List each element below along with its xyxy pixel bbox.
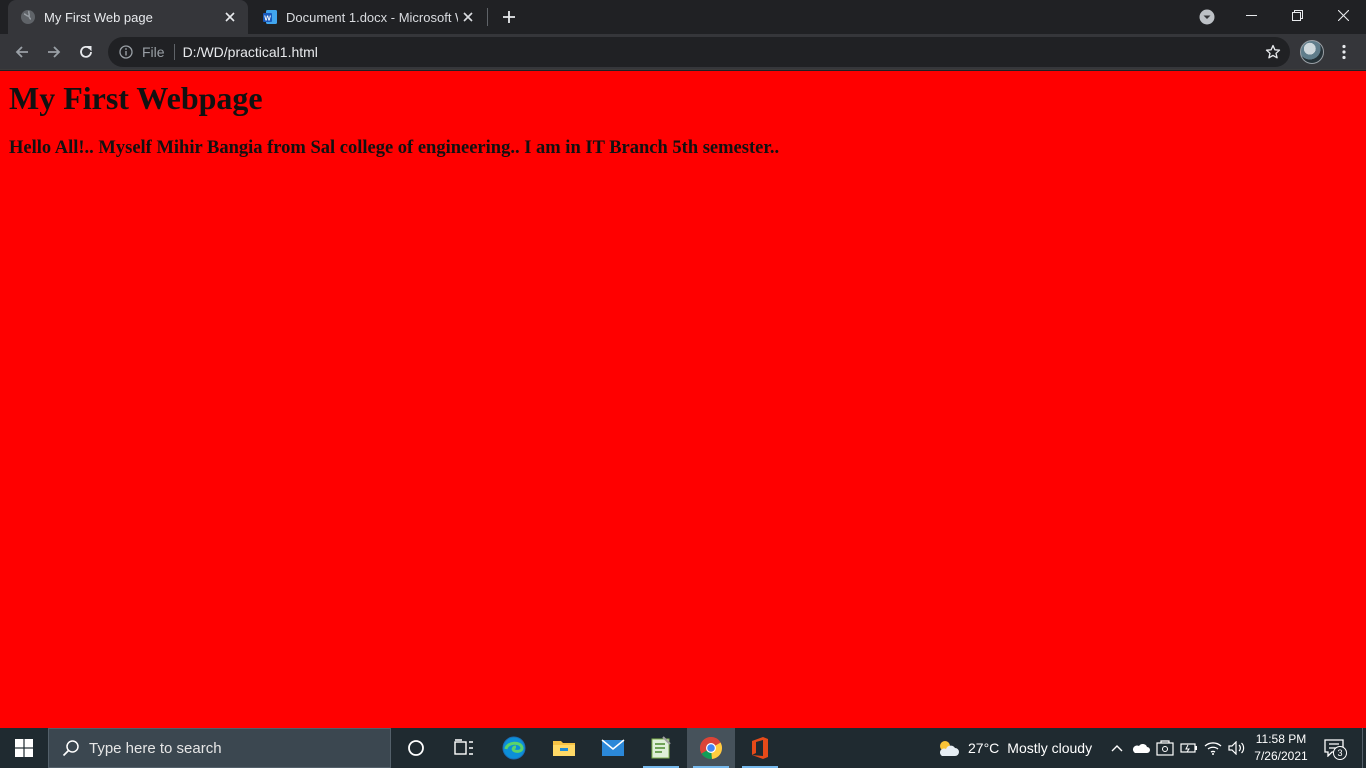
show-hidden-icons-button[interactable] xyxy=(1107,738,1127,758)
taskbar-edge[interactable] xyxy=(490,728,538,768)
forward-button[interactable] xyxy=(40,38,68,66)
more-vert-icon xyxy=(1342,44,1346,60)
weather-condition: Mostly cloudy xyxy=(1007,740,1093,756)
task-view-icon xyxy=(454,739,473,755)
cortana-icon xyxy=(408,740,424,756)
chevron-up-icon xyxy=(1111,745,1123,752)
notepad-icon xyxy=(651,736,671,759)
reload-icon xyxy=(80,45,92,58)
plus-icon xyxy=(503,11,515,23)
omnibox-divider xyxy=(173,44,175,60)
bookmark-star-icon[interactable] xyxy=(1264,43,1282,61)
minimize-button[interactable] xyxy=(1228,0,1274,30)
battery-icon xyxy=(1180,743,1197,753)
tab-divider xyxy=(487,8,488,26)
action-center-button[interactable]: 3 xyxy=(1320,736,1348,760)
tab-title: My First Web page xyxy=(44,9,153,25)
clock-date: 7/26/2021 xyxy=(1254,749,1308,763)
tray-app-icon xyxy=(1156,740,1174,756)
svg-text:W: W xyxy=(264,15,271,22)
taskbar-mail[interactable] xyxy=(589,728,637,768)
new-tab-button[interactable] xyxy=(497,5,521,29)
close-tab-icon[interactable] xyxy=(220,7,240,27)
speaker-icon xyxy=(1228,741,1245,755)
windows-logo-icon xyxy=(15,739,33,757)
browser-menu-button[interactable] xyxy=(1334,40,1354,64)
tab-document-word[interactable]: W Document 1.docx - Microsoft Word xyxy=(250,0,486,34)
page-heading: My First Webpage xyxy=(9,80,263,116)
url-text[interactable]: D:/WD/practical1.html xyxy=(183,44,318,60)
clock-time: 11:58 PM xyxy=(1255,732,1307,746)
browser-toolbar: File D:/WD/practical1.html xyxy=(0,34,1366,70)
restore-button[interactable] xyxy=(1274,0,1320,30)
battery-button[interactable] xyxy=(1179,738,1199,758)
taskbar-file-explorer[interactable] xyxy=(540,728,588,768)
back-button[interactable] xyxy=(8,38,36,66)
cortana-button[interactable] xyxy=(392,728,440,768)
tab-strip: My First Web page W Document 1.docx - Mi… xyxy=(0,0,1366,34)
word-icon: W xyxy=(262,9,278,25)
folder-icon xyxy=(553,741,575,756)
notification-count-badge: 3 xyxy=(1333,746,1347,760)
globe-icon xyxy=(20,9,36,25)
volume-button[interactable] xyxy=(1227,738,1247,758)
wifi-button[interactable] xyxy=(1203,738,1223,758)
taskbar-clock[interactable]: 11:58 PM 7/26/2021 xyxy=(1252,731,1310,765)
taskbar-notepad[interactable] xyxy=(637,728,685,768)
task-view-button[interactable] xyxy=(440,728,488,768)
taskbar-office[interactable] xyxy=(736,728,784,768)
tab-title: Document 1.docx - Microsoft Word xyxy=(286,9,458,25)
page-viewport: My First Webpage Hello All!.. Myself Mih… xyxy=(0,71,1366,728)
tab-my-first-web-page[interactable]: My First Web page xyxy=(8,0,248,34)
url-scheme-label: File xyxy=(142,44,165,60)
edge-icon xyxy=(502,736,526,760)
weather-temperature: 27°C xyxy=(968,740,1000,756)
chrome-icon xyxy=(700,737,723,760)
minimize-icon xyxy=(1245,14,1257,16)
tray-app-button[interactable] xyxy=(1155,738,1175,758)
search-placeholder: Type here to search xyxy=(89,739,222,757)
profile-avatar[interactable] xyxy=(1300,40,1324,64)
restore-icon xyxy=(1291,9,1303,21)
search-icon xyxy=(61,738,81,758)
close-tab-icon[interactable] xyxy=(458,7,478,27)
office-icon xyxy=(752,737,768,759)
mail-icon xyxy=(601,739,625,756)
chevron-down-circle-icon xyxy=(1199,9,1215,25)
taskbar-search-box[interactable]: Type here to search xyxy=(48,728,391,768)
weather-widget[interactable]: 27°C Mostly cloudy xyxy=(936,728,1092,768)
arrow-left-icon xyxy=(15,46,28,58)
close-window-button[interactable] xyxy=(1320,0,1366,30)
taskbar-chrome[interactable] xyxy=(687,728,735,768)
partly-cloudy-icon xyxy=(939,741,959,756)
windows-taskbar: Type here to search 27°C Mostly cloudy 1… xyxy=(0,728,1366,768)
reload-button[interactable] xyxy=(72,38,100,66)
onedrive-cloud-icon xyxy=(1132,743,1150,753)
address-bar[interactable]: File D:/WD/practical1.html xyxy=(108,37,1290,67)
onedrive-button[interactable] xyxy=(1131,738,1151,758)
wifi-icon xyxy=(1204,742,1222,755)
page-intro-text: Hello All!.. Myself Mihir Bangia from Sa… xyxy=(9,138,780,158)
arrow-right-icon xyxy=(48,46,61,58)
tab-search-button[interactable] xyxy=(1197,7,1217,27)
start-button[interactable] xyxy=(0,728,48,768)
info-icon[interactable] xyxy=(118,44,134,60)
close-icon xyxy=(1337,9,1349,21)
show-desktop-button[interactable] xyxy=(1362,728,1366,768)
